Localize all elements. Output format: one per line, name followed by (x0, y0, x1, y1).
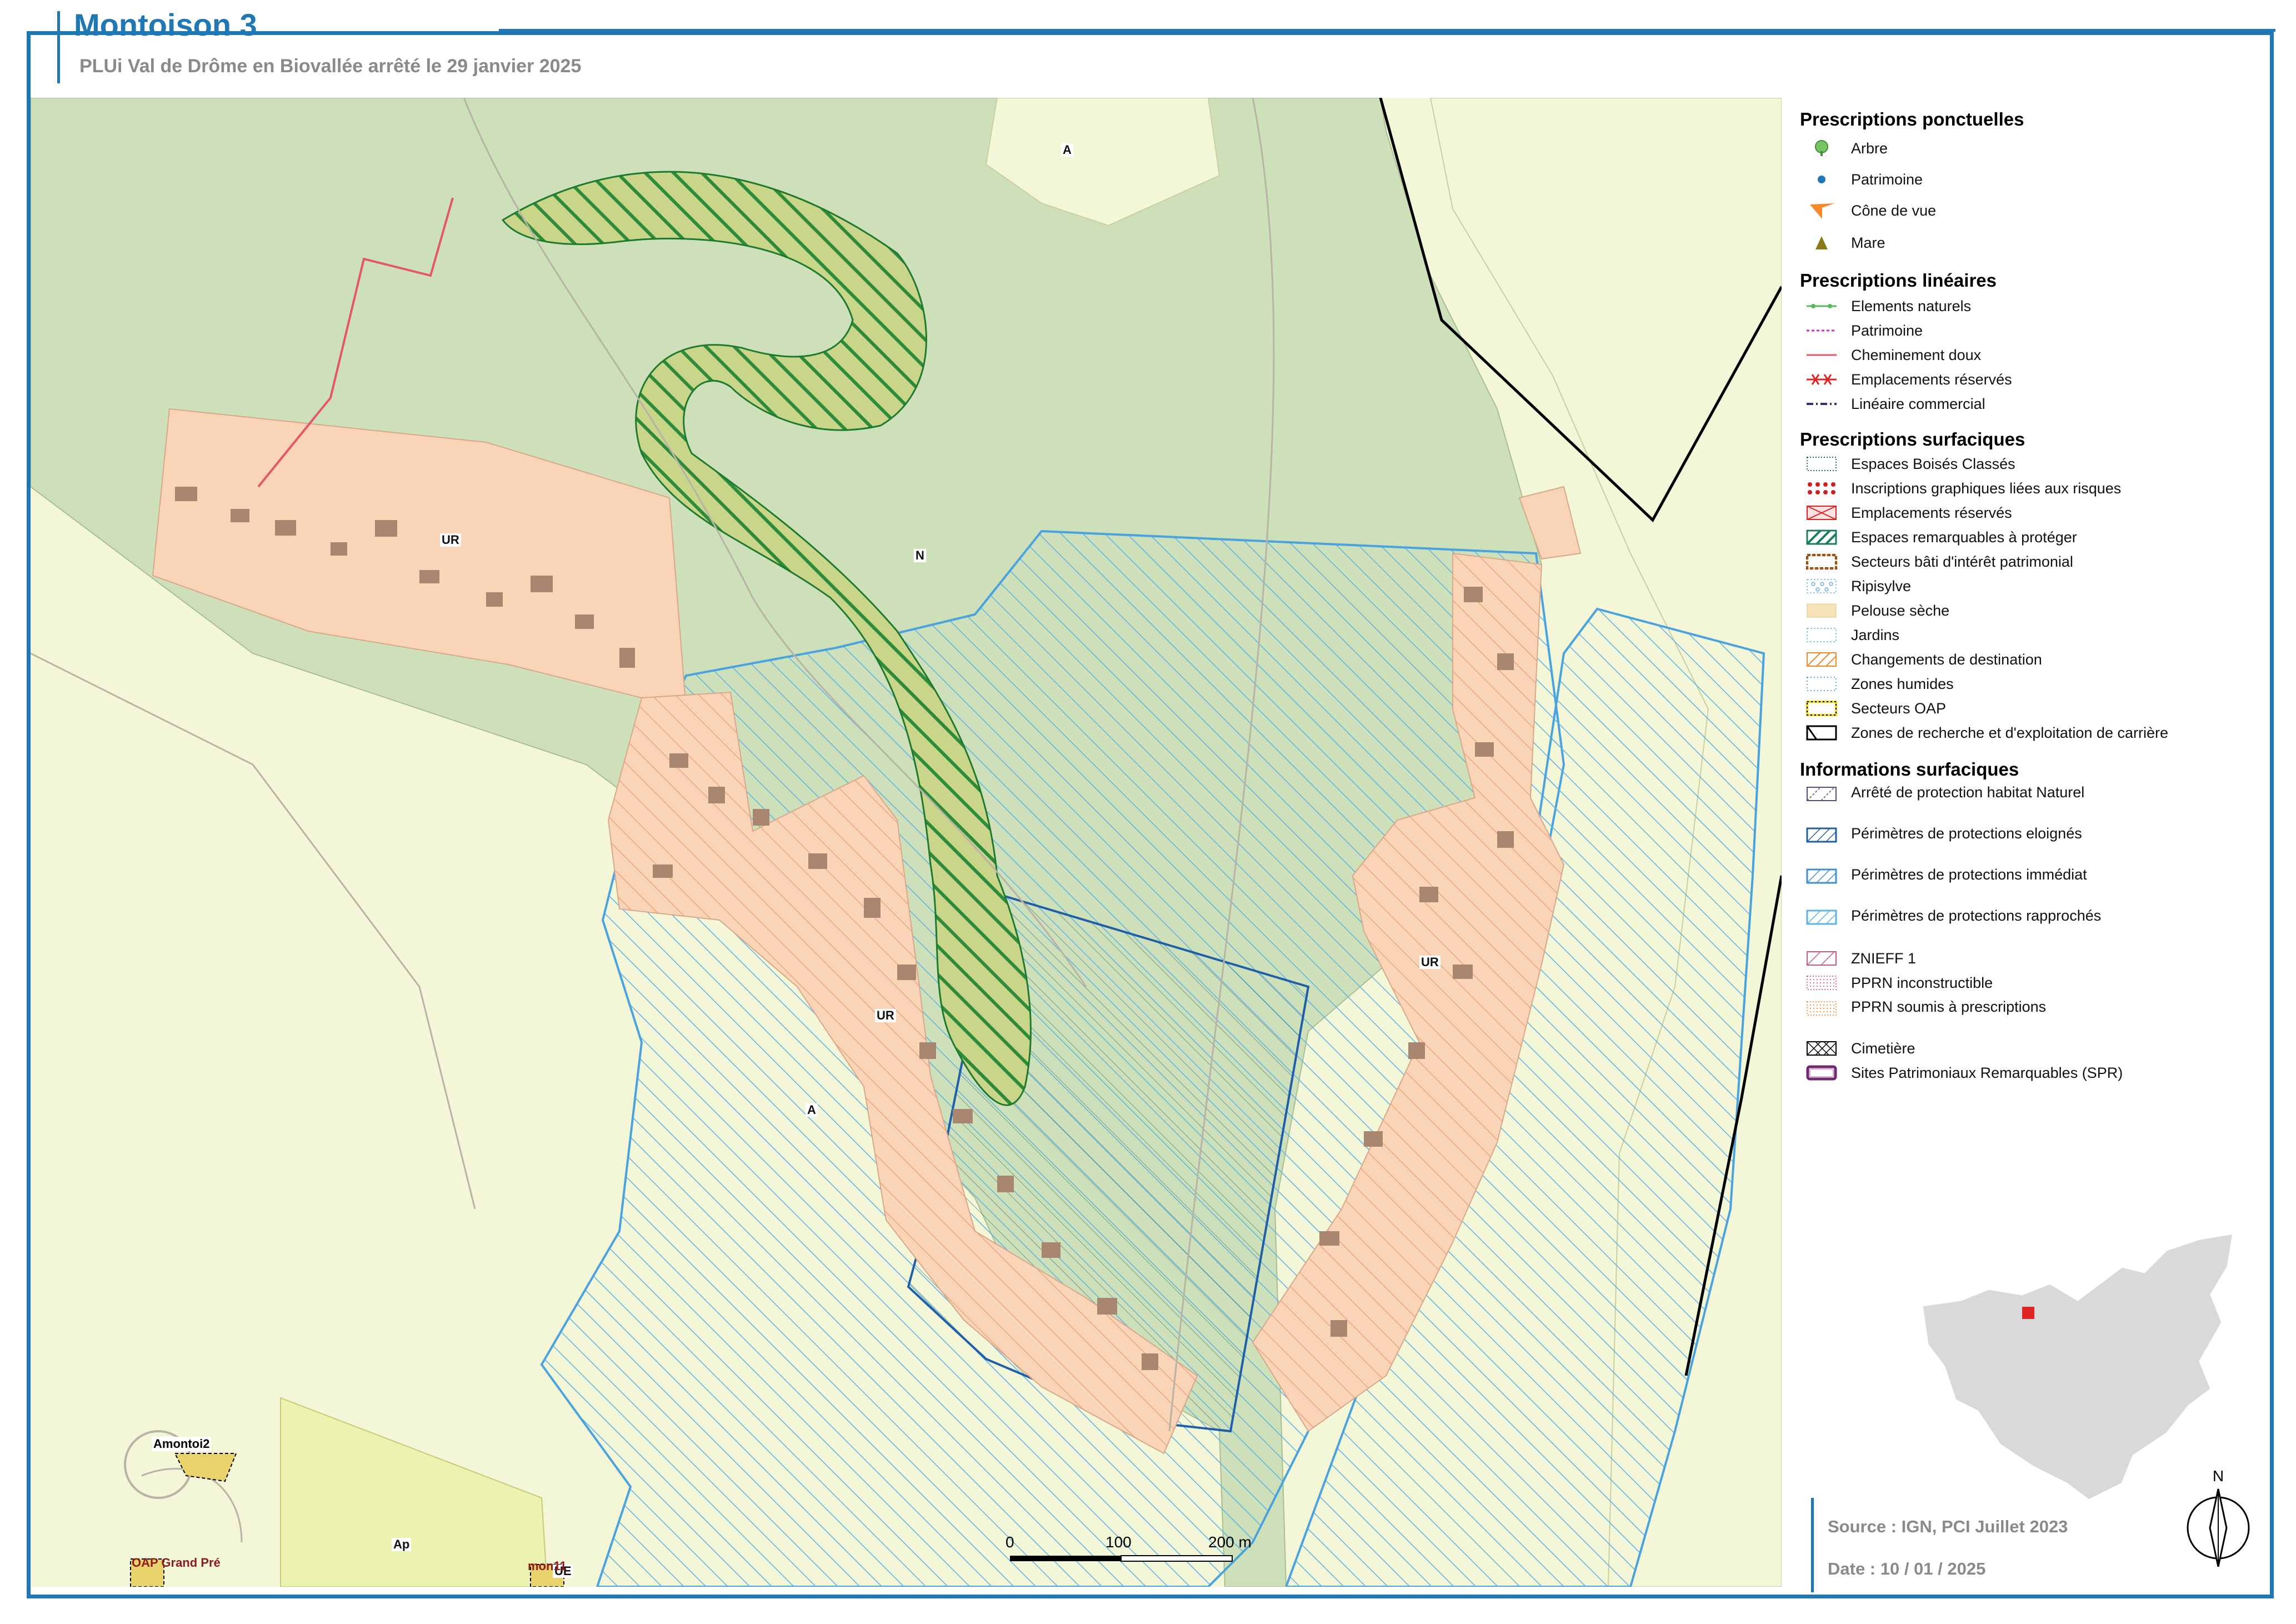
legend-label: Ripisylve (1851, 578, 1912, 594)
swatch-orange-dots-icon (1807, 1001, 1837, 1016)
zone-label-ap: Ap (392, 1538, 412, 1551)
zone-ap (280, 1397, 548, 1587)
legend-label: Patrimoine (1851, 322, 1923, 339)
scale-label-100: 100 (1106, 1533, 1132, 1551)
map-svg (31, 98, 1782, 1587)
dot-icon (1818, 176, 1825, 183)
legend-label: Périmètres de protections eloignés (1851, 825, 2082, 842)
swatch-blue-dotted-icon (1807, 677, 1837, 691)
source-text: Source : IGN, PCI Juillet 2023 (1828, 1517, 2068, 1536)
swatch-purple-hatch-icon (1807, 787, 1837, 801)
line-solid-pink-icon (1807, 354, 1837, 356)
zone-label-a-top: A (1061, 143, 1073, 157)
legend-label: Espaces Boisés Classés (1851, 456, 2015, 472)
legend-heading-surfaciques: Prescriptions surfaciques (1800, 429, 2025, 449)
swatch-red-dots-icon (1808, 482, 1835, 494)
swatch-brown-dashed-icon (1806, 554, 1837, 569)
swatch-green-hatch-icon (1806, 529, 1837, 545)
zone-label-ur-center: UR (875, 1009, 896, 1022)
scale-bar-graphic (1010, 1555, 1233, 1562)
swatch-midblue-hatch-icon (1806, 868, 1837, 884)
view-cone-icon (1810, 203, 1834, 219)
legend-label: Jardins (1851, 627, 1900, 643)
legend-label: Emplacements réservés (1851, 504, 2012, 521)
swatch-blue-circles-icon (1807, 579, 1837, 593)
map-canvas[interactable]: A N UR UR UR A Ap UE Amontoi2 OAP Grand … (31, 98, 1782, 1587)
triangle-icon (1815, 236, 1828, 249)
legend-label: Changements de destination (1851, 651, 2042, 668)
legend-heading-lineaires: Prescriptions linéaires (1800, 270, 1997, 291)
swatch-crosshatch-icon (1807, 1041, 1837, 1056)
line-cross-red-icon (1807, 374, 1837, 385)
legend-heading-informations: Informations surfaciques (1800, 759, 2019, 779)
legend-label: Secteurs OAP (1851, 700, 1947, 717)
legend-label: Linéaire commercial (1851, 396, 1985, 412)
scale-label-0: 0 (1006, 1533, 1014, 1551)
legend-label: PPRN inconstructible (1851, 975, 1993, 991)
tree-icon (1815, 140, 1828, 156)
locator-marker (2022, 1307, 2034, 1319)
swatch-green-dotted-icon (1807, 628, 1837, 642)
swatch-orange-hatch-icon (1807, 652, 1837, 667)
zone-label-a-south: A (806, 1103, 818, 1117)
oap-label-mon11: mon11 (528, 1559, 567, 1573)
legend-heading-ponctuelles: Prescriptions ponctuelles (1800, 109, 2024, 129)
legend-label: Secteurs bâti d'intérêt patrimonial (1851, 553, 2073, 570)
zone-label-ur-northwest: UR (440, 533, 461, 547)
legend-label: Zones de recherche et d'exploitation de … (1851, 724, 2168, 741)
legend-label: Pelouse sèche (1851, 602, 1950, 619)
zone-label-ur-east: UR (1419, 956, 1440, 969)
legend-label: Espaces remarquables à protéger (1851, 529, 2077, 546)
legend-label: Arrêté de protection habitat Naturel (1851, 784, 2085, 801)
scale-label-200: 200 m (1208, 1533, 1252, 1551)
oap-amontoi2 (174, 1453, 237, 1482)
zone-label-n: N (914, 549, 926, 562)
legend-label: Sites Patrimoniaux Remarquables (SPR) (1851, 1065, 2123, 1081)
legend-label: Emplacements réservés (1851, 371, 2012, 388)
legend-label: Inscriptions graphiques liées aux risque… (1851, 480, 2122, 497)
oap-label-amontoi2: Amontoi2 (152, 1437, 212, 1451)
legend-label: PPRN soumis à prescriptions (1851, 998, 2047, 1015)
oap-label-grand-pre: OAP Grand Pré (132, 1556, 221, 1570)
swatch-rose-hatch-icon (1807, 951, 1837, 966)
swatch-yellow-dashed-icon (1806, 701, 1837, 716)
legend-label: Périmètres de protections rapprochés (1851, 907, 2102, 924)
swatch-darkblue-hatch-icon (1806, 827, 1837, 843)
line-dashdot-purple-icon (1807, 403, 1837, 405)
compass-label: N (2213, 1467, 2224, 1485)
territory-shape (1921, 1232, 2234, 1501)
swatch-black-diagonal-icon (1806, 725, 1837, 741)
legend-label: Cheminement doux (1851, 347, 1982, 363)
legend-label: Zones humides (1851, 676, 1954, 692)
legend-label: Cimetière (1851, 1040, 1915, 1057)
date-text: Date : 10 / 01 / 2025 (1828, 1559, 1986, 1578)
source-accent-line (1811, 1498, 1814, 1592)
scale-bar: 0 100 200 m (1006, 1533, 1261, 1567)
legend-label: Arbre (1851, 140, 1888, 157)
legend-label: Elements naturels (1851, 298, 1972, 314)
swatch-dotted-border-icon (1807, 457, 1837, 471)
swatch-purple-outline-icon (1806, 1065, 1837, 1081)
source-block: Source : IGN, PCI Juillet 2023 Date : 10… (1811, 1498, 2267, 1592)
legend-label: Périmètres de protections immédiat (1851, 866, 2087, 883)
legend-label: Cône de vue (1851, 202, 1937, 219)
legend-label: Mare (1851, 234, 1885, 251)
swatch-pink-dots-icon (1807, 976, 1837, 990)
line-dotted-green-icon (1807, 304, 1837, 308)
legend-label: Patrimoine (1851, 171, 1923, 188)
swatch-tan-dots-icon (1807, 603, 1837, 618)
swatch-lightblue-hatch-icon (1806, 910, 1837, 925)
legend-label: ZNIEFF 1 (1851, 950, 1917, 967)
swatch-red-cross-icon (1807, 506, 1837, 520)
line-dashed-magenta-icon (1807, 329, 1837, 332)
